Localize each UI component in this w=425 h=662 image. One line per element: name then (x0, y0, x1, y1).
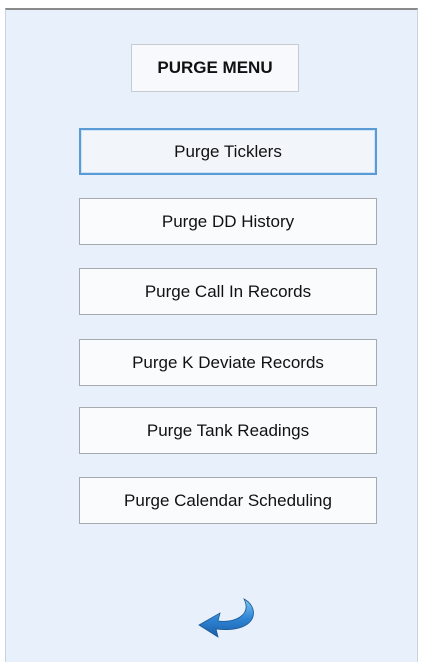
purge-tank-readings-button[interactable]: Purge Tank Readings (79, 407, 377, 454)
purge-calendar-scheduling-button[interactable]: Purge Calendar Scheduling (79, 477, 377, 524)
purge-ticklers-button[interactable]: Purge Ticklers (79, 128, 377, 175)
purge-dd-history-button[interactable]: Purge DD History (79, 198, 377, 245)
purge-menu-window: PURGE MENU Purge Ticklers Purge DD Histo… (5, 8, 418, 662)
return-button[interactable] (196, 595, 266, 641)
return-arrow-icon (198, 598, 254, 638)
purge-k-deviate-records-button[interactable]: Purge K Deviate Records (79, 339, 377, 386)
menu-title: PURGE MENU (131, 44, 299, 92)
purge-call-in-records-button[interactable]: Purge Call In Records (79, 268, 377, 315)
